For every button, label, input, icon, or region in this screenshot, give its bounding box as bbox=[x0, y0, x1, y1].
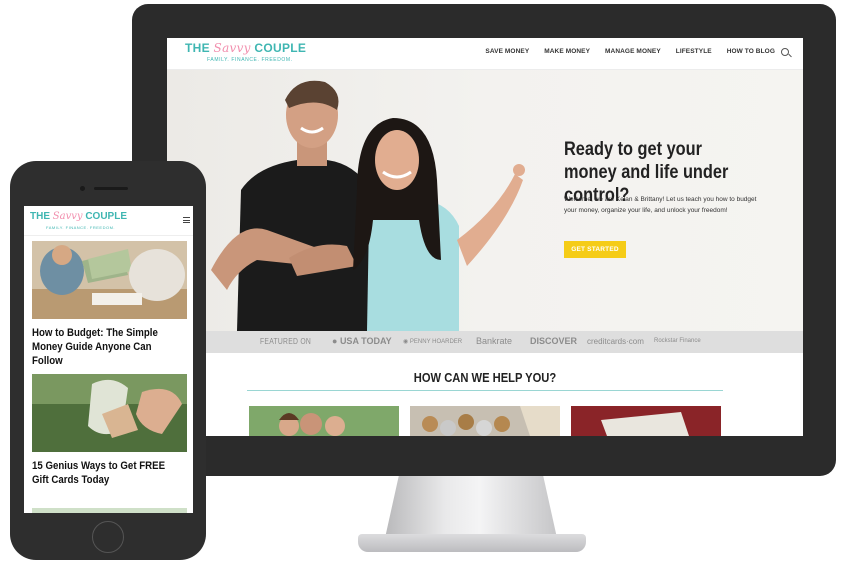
creditcards-logo: creditcards·com bbox=[587, 337, 644, 346]
penny-hoarder-logo: ◉ PENNY HOARDER bbox=[403, 339, 463, 345]
help-divider bbox=[247, 390, 723, 391]
featured-label: FEATURED ON bbox=[260, 337, 312, 346]
hamburger-menu-icon[interactable] bbox=[183, 217, 190, 225]
logo-text-left: THE bbox=[185, 41, 214, 55]
hero-section: Ready to get your money and life under c… bbox=[167, 70, 803, 331]
bankrate-logo: Bankrate bbox=[476, 336, 513, 346]
nav-manage-money[interactable]: MANAGE MONEY bbox=[605, 48, 661, 55]
mobile-logo-tagline: FAMILY. FINANCE. FREEDOM. bbox=[46, 225, 116, 230]
logo-tagline: FAMILY. FINANCE. FREEDOM. bbox=[207, 57, 293, 63]
post-image-budget[interactable] bbox=[32, 241, 187, 319]
site-logo[interactable]: THE Savvy COUPLE bbox=[185, 41, 306, 55]
post-title-gift-cards[interactable]: 15 Genius Ways to Get FREE Gift Cards To… bbox=[32, 459, 173, 487]
nav-lifestyle[interactable]: LIFESTYLE bbox=[676, 48, 712, 55]
help-thumb-family[interactable] bbox=[249, 406, 399, 436]
main-nav: SAVE MONEY MAKE MONEY MANAGE MONEY LIFES… bbox=[485, 48, 775, 55]
mobile-header: THE Savvy COUPLE FAMILY. FINANCE. FREEDO… bbox=[24, 206, 193, 236]
help-thumb-coins[interactable] bbox=[410, 406, 560, 436]
featured-on-strip: FEATURED ON ● USA TODAY ◉ PENNY HOARDER … bbox=[167, 331, 803, 353]
usa-today-logo: ● USA TODAY bbox=[332, 336, 392, 346]
mobile-logo-text-left: THE bbox=[30, 211, 53, 222]
post-image-gift-cards[interactable] bbox=[32, 374, 187, 452]
mobile-screen: THE Savvy COUPLE FAMILY. FINANCE. FREEDO… bbox=[24, 206, 193, 513]
nav-how-to-blog[interactable]: HOW TO BLOG bbox=[727, 48, 775, 55]
usa-today-label: USA TODAY bbox=[339, 336, 392, 346]
post-title-budget[interactable]: How to Budget: The Simple Money Guide An… bbox=[32, 326, 173, 368]
penny-hoarder-label: PENNY HOARDER bbox=[409, 339, 463, 345]
mobile-logo-script: Savvy bbox=[52, 211, 83, 222]
monitor-stand-neck bbox=[385, 476, 557, 538]
hero-text: Welcome, we are Kelan & Brittany! Let us… bbox=[564, 196, 757, 214]
discover-logo: DISCOVER bbox=[530, 336, 578, 346]
rockstar-finance-logo: Rockstar Finance bbox=[654, 338, 701, 344]
hero-couple-photo bbox=[211, 80, 525, 331]
desktop-screen: THE Savvy COUPLE FAMILY. FINANCE. FREEDO… bbox=[167, 38, 803, 436]
phone-speaker bbox=[94, 187, 128, 190]
get-started-button[interactable]: GET STARTED bbox=[564, 241, 626, 258]
help-heading: HOW CAN WE HELP YOU? bbox=[413, 370, 557, 385]
mobile-logo-text-right: COUPLE bbox=[82, 211, 127, 222]
site-header: THE Savvy COUPLE FAMILY. FINANCE. FREEDO… bbox=[167, 38, 803, 70]
help-thumb-money[interactable] bbox=[571, 406, 721, 436]
monitor-stand-base bbox=[358, 534, 586, 552]
search-icon[interactable] bbox=[781, 48, 789, 56]
phone-camera bbox=[80, 186, 85, 191]
logo-script: Savvy bbox=[213, 41, 251, 55]
logo-text-right: COUPLE bbox=[250, 41, 307, 55]
nav-make-money[interactable]: MAKE MONEY bbox=[544, 48, 590, 55]
mobile-site-logo[interactable]: THE Savvy COUPLE bbox=[30, 211, 127, 222]
next-post-image-peek bbox=[32, 508, 187, 513]
nav-save-money[interactable]: SAVE MONEY bbox=[485, 48, 529, 55]
phone-home-button[interactable] bbox=[92, 521, 124, 553]
